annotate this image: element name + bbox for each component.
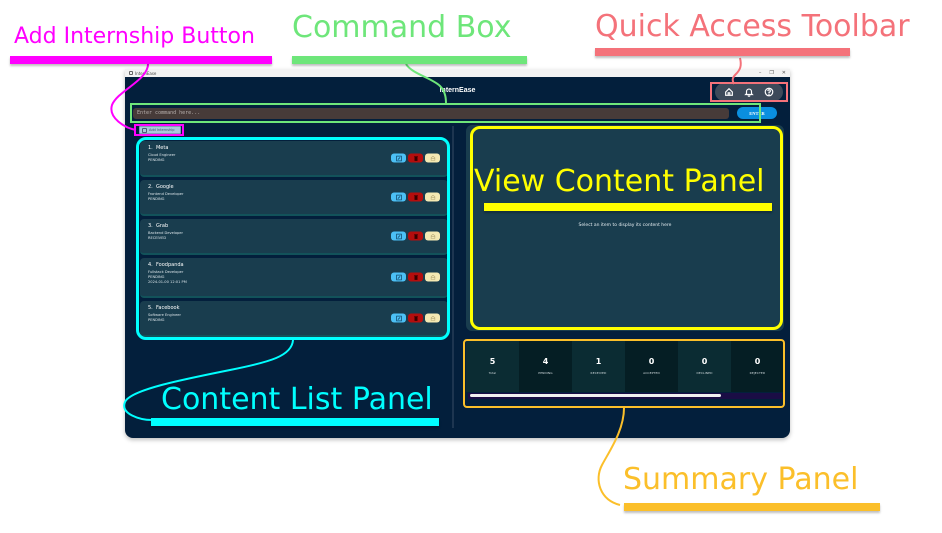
internship-company: 1. Meta: [148, 145, 169, 151]
archive-button[interactable]: [425, 272, 440, 282]
delete-button[interactable]: [408, 153, 423, 163]
stat-value: 0: [701, 357, 708, 366]
delete-button[interactable]: [408, 231, 423, 241]
edit-button[interactable]: [391, 313, 406, 323]
content-list-annotation-label: Content List Panel: [161, 382, 433, 417]
stat-value: 0: [648, 357, 655, 366]
archive-icon: [430, 194, 435, 200]
summary-annotation-bar: [624, 503, 880, 511]
stat-value: 4: [542, 357, 549, 366]
add-internship-button[interactable]: Add Internship: [139, 126, 181, 134]
quick-access-annotation-bar: [595, 48, 850, 56]
stat-label: RECEIVED: [590, 371, 607, 375]
quick-access-annotation-label: Quick Access Toolbar: [595, 9, 910, 44]
command-box-annotation-label: Command Box: [292, 10, 512, 45]
edit-button[interactable]: [391, 231, 406, 241]
internship-card[interactable]: 1. Meta Cloud Engineer PENDING: [140, 141, 448, 177]
delete-button[interactable]: [408, 313, 423, 323]
panel-divider[interactable]: [452, 126, 454, 428]
command-box: ENTER: [133, 107, 777, 119]
summary-stat-rejected: 0 REJECTED: [731, 340, 784, 392]
internship-card[interactable]: 2. Google Frontend Developer PENDING: [140, 180, 448, 216]
internship-card[interactable]: 3. Grab Backend Developer RECEIVED: [140, 219, 448, 255]
summary-stat-accepted: 0 ACCEPTED: [625, 340, 678, 392]
close-button[interactable]: ✕: [782, 70, 786, 76]
edit-icon: [395, 233, 402, 239]
trash-icon: [413, 194, 418, 200]
stat-label: Total: [488, 371, 497, 375]
stat-value: 0: [754, 357, 761, 366]
view-content-panel: Select an item to display its content he…: [466, 125, 784, 331]
command-box-annotation-bar: [292, 56, 527, 64]
edit-button[interactable]: [391, 153, 406, 163]
delete-button[interactable]: [408, 192, 423, 202]
archive-button[interactable]: [425, 313, 440, 323]
stat-label: ACCEPTED: [643, 371, 660, 375]
internship-company: 3. Grab: [148, 223, 169, 229]
help-icon: [764, 87, 774, 97]
archive-icon: [430, 233, 435, 239]
stat-label: REJECTED: [749, 371, 766, 375]
content-list-annotation-bar: [151, 418, 439, 426]
archive-icon: [430, 274, 435, 280]
window-titlebar: InternEase – ❐ ✕: [125, 69, 790, 77]
internship-company: 5. Facebook: [148, 305, 180, 311]
archive-button[interactable]: [425, 231, 440, 241]
app-icon: [129, 71, 133, 75]
add-document-icon: [142, 127, 147, 133]
edit-icon: [395, 315, 402, 321]
view-content-annotation-label: View Content Panel: [474, 164, 765, 199]
summary-stats: 5 Total 4 PENDING 1 RECEIVED 0 ACCEPTED 0 DECLINE…: [466, 340, 784, 392]
internship-company: 4. Foodpanda: [148, 262, 184, 268]
archive-icon: [430, 155, 435, 161]
maximize-button[interactable]: ❐: [769, 70, 773, 76]
summary-stat-received: 1 RECEIVED: [572, 340, 625, 392]
notifications-button[interactable]: [743, 86, 755, 98]
internship-list[interactable]: 1. Meta Cloud Engineer PENDING 2. Google Fro…: [138, 138, 450, 338]
internship-card[interactable]: 4. Foodpanda Fullstack Developer PENDING 20…: [140, 258, 448, 298]
trash-icon: [413, 155, 418, 161]
summary-stat-pending: 4 PENDING: [519, 340, 572, 392]
trash-icon: [413, 233, 418, 239]
edit-icon: [395, 155, 402, 161]
trash-icon: [413, 315, 418, 321]
quick-access-toolbar: [715, 83, 783, 101]
summary-panel: 5 Total 4 PENDING 1 RECEIVED 0 ACCEPTED 0 DECLINE…: [466, 340, 784, 402]
trash-icon: [413, 274, 418, 280]
internship-card[interactable]: 5. Facebook Software Engineer PENDING: [140, 301, 448, 337]
help-button[interactable]: [763, 86, 775, 98]
stat-label: PENDING: [538, 371, 553, 375]
delete-button[interactable]: [408, 272, 423, 282]
edit-button[interactable]: [391, 192, 406, 202]
app-title: InternEase: [439, 87, 476, 94]
home-button[interactable]: [723, 86, 735, 98]
summary-scrollbar[interactable]: [468, 393, 782, 399]
add-internship-annotation-label: Add Internship Button: [14, 24, 255, 49]
enter-button[interactable]: ENTER: [737, 107, 777, 119]
view-placeholder-text: Select an item to display its content he…: [578, 223, 672, 228]
scrollbar-thumb[interactable]: [470, 394, 722, 397]
archive-button[interactable]: [425, 153, 440, 163]
view-content-annotation-bar: [484, 203, 772, 211]
summary-annotation-label: Summary Panel: [623, 462, 859, 497]
add-internship-annotation-bar: [10, 56, 272, 64]
edit-button[interactable]: [391, 272, 406, 282]
stat-label: DECLINED: [696, 371, 713, 375]
summary-stat-total: 5 Total: [466, 340, 519, 392]
internship-company: 2. Google: [148, 184, 174, 190]
edit-icon: [395, 194, 402, 200]
minimize-button[interactable]: –: [759, 70, 762, 76]
home-icon: [725, 87, 733, 96]
stat-value: 1: [595, 357, 602, 366]
add-internship-label: Add Internship: [149, 128, 175, 132]
archive-button[interactable]: [425, 192, 440, 202]
bell-icon: [744, 88, 754, 97]
window-title: InternEase: [135, 70, 157, 76]
stat-value: 5: [489, 357, 496, 366]
edit-icon: [395, 274, 402, 280]
summary-stat-declined: 0 DECLINED: [678, 340, 731, 392]
archive-icon: [430, 315, 435, 321]
command-input[interactable]: [133, 107, 729, 119]
